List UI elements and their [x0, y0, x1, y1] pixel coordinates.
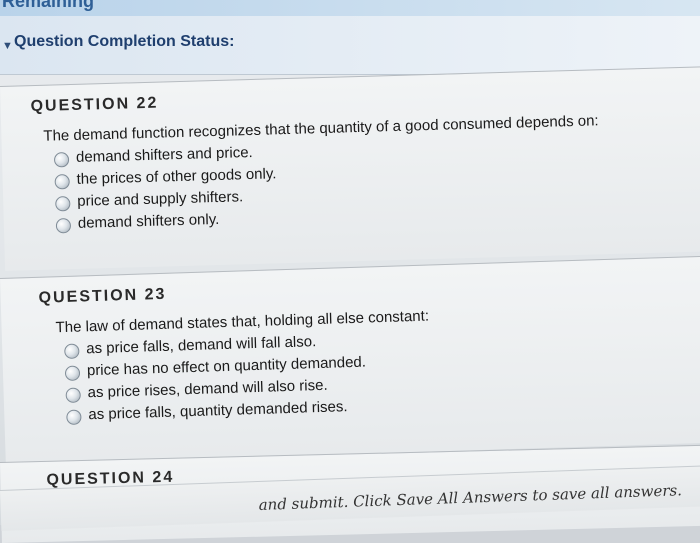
- answer-option[interactable]: as price falls, demand will fall also.: [64, 333, 317, 361]
- question-title: QUESTION 22: [30, 94, 159, 116]
- question-panel-22: QUESTION 22 The demand function recogniz…: [0, 65, 700, 271]
- remaining-strip: Remaining: [0, 0, 700, 16]
- radio-button[interactable]: [53, 152, 70, 168]
- answer-option-label: price and supply shifters.: [77, 188, 244, 210]
- question-prompt: The demand function recognizes that the …: [43, 112, 599, 145]
- save-instruction-text: and submit. Click Save All Answers to sa…: [258, 481, 683, 514]
- screen: Remaining ▼ Question Completion Status: …: [0, 0, 700, 543]
- answer-option[interactable]: price has no effect on quantity demanded…: [64, 354, 366, 383]
- completion-status-bar[interactable]: ▼ Question Completion Status:: [0, 16, 700, 75]
- answer-option[interactable]: demand shifters and price.: [53, 144, 253, 170]
- answer-option[interactable]: as price falls, quantity demanded rises.: [66, 398, 348, 427]
- completion-status-label: Question Completion Status:: [14, 33, 235, 50]
- radio-button[interactable]: [64, 365, 81, 382]
- radio-button[interactable]: [55, 218, 72, 234]
- answer-option[interactable]: price and supply shifters.: [55, 188, 243, 214]
- answer-option[interactable]: demand shifters only.: [55, 211, 220, 235]
- answer-option-label: as price falls, quantity demanded rises.: [88, 398, 348, 424]
- radio-button[interactable]: [54, 174, 70, 190]
- answer-option-label: as price falls, demand will fall also.: [86, 333, 317, 358]
- question-prompt: The law of demand states that, holding a…: [55, 307, 430, 337]
- answer-option-label: the prices of other goods only.: [76, 165, 277, 188]
- answer-option-label: demand shifters and price.: [75, 143, 253, 166]
- answer-option-label: price has no effect on quantity demanded…: [86, 353, 367, 380]
- answer-option[interactable]: as price rises, demand will also rise.: [65, 377, 328, 405]
- question-panel-23: QUESTION 23 The law of demand states tha…: [0, 255, 700, 465]
- radio-button[interactable]: [66, 409, 82, 425]
- answer-option[interactable]: the prices of other goods only.: [54, 165, 277, 192]
- radio-button[interactable]: [65, 387, 81, 403]
- remaining-label: Remaining: [2, 0, 95, 11]
- chevron-down-icon[interactable]: ▼: [2, 40, 13, 52]
- answer-option-label: as price rises, demand will also rise.: [87, 376, 328, 402]
- radio-button[interactable]: [55, 196, 71, 212]
- question-title: QUESTION 23: [38, 285, 167, 307]
- radio-button[interactable]: [64, 343, 80, 360]
- answer-option-label: demand shifters only.: [77, 210, 220, 232]
